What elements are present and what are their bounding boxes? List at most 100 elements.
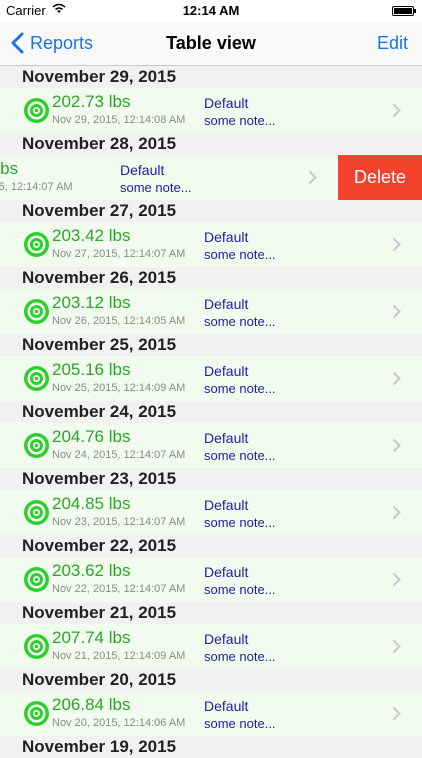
section-date: November 27, 2015 — [22, 201, 177, 220]
section-date: November 24, 2015 — [22, 402, 177, 421]
row-content[interactable]: .87 lbs 8, 2015, 12:14:07 AM Default some n… — [0, 155, 338, 200]
chevron-right-icon — [392, 371, 401, 386]
timestamp: Nov 26, 2015, 12:14:05 AM — [52, 315, 186, 327]
section-date: November 25, 2015 — [22, 335, 177, 354]
table-row[interactable]: 205.16 lbs Nov 25, 2015, 12:14:09 AM Defau… — [0, 356, 422, 401]
weight-value: 207.74 lbs — [52, 628, 131, 647]
table-row[interactable]: 203.42 lbs Nov 27, 2015, 12:14:07 AM Defau… — [0, 222, 422, 267]
table-row[interactable]: 204.76 lbs Nov 24, 2015, 12:14:07 AM Defau… — [0, 423, 422, 468]
tag-label: Default — [204, 564, 249, 580]
tag-label: Default — [204, 698, 249, 714]
target-icon — [24, 500, 49, 525]
status-bar: Carrier 12:14 AM — [0, 0, 422, 22]
section-header: November 28, 2015 — [0, 133, 422, 155]
table-row[interactable]: .87 lbs 8, 2015, 12:14:07 AM Default some n… — [0, 155, 422, 200]
chevron-right-icon — [392, 706, 401, 721]
section-header: November 26, 2015 — [0, 267, 422, 289]
weight-value: 204.76 lbs — [52, 427, 131, 446]
row-content[interactable]: 204.76 lbs Nov 24, 2015, 12:14:07 AM Defau… — [0, 423, 422, 468]
timestamp: Nov 27, 2015, 12:14:07 AM — [52, 248, 186, 260]
tag-label: Default — [204, 631, 249, 647]
target-icon — [24, 232, 49, 257]
note-text: some note... — [204, 649, 276, 664]
row-content[interactable]: 202.73 lbs Nov 29, 2015, 12:14:08 AM Defau… — [0, 88, 422, 133]
table-row[interactable]: 206.84 lbs Nov 20, 2015, 12:14:06 AM Defau… — [0, 691, 422, 736]
target-icon — [24, 567, 49, 592]
chevron-right-icon — [392, 572, 401, 587]
table-row[interactable]: 202.73 lbs Nov 29, 2015, 12:14:08 AM Defau… — [0, 88, 422, 133]
delete-button[interactable]: Delete — [338, 155, 422, 200]
timestamp: Nov 29, 2015, 12:14:08 AM — [52, 114, 186, 126]
timestamp: Nov 21, 2015, 12:14:09 AM — [52, 650, 186, 662]
clock: 12:14 AM — [182, 3, 240, 18]
timestamp: Nov 20, 2015, 12:14:06 AM — [52, 717, 186, 729]
section-date: November 29, 2015 — [22, 67, 177, 86]
tag-label: Default — [204, 363, 249, 379]
chevron-right-icon — [392, 103, 401, 118]
table-row[interactable]: 203.62 lbs Nov 22, 2015, 12:14:07 AM Defau… — [0, 557, 422, 602]
section-header: November 19, 2015 — [0, 736, 422, 758]
section-date: November 26, 2015 — [22, 268, 177, 287]
table-list[interactable]: November 29, 2015 202.73 lbs Nov 29, 2015,… — [0, 66, 422, 758]
note-text: some note... — [204, 716, 276, 731]
weight-value: .87 lbs — [0, 159, 19, 178]
chevron-right-icon — [392, 438, 401, 453]
weight-value: 204.85 lbs — [52, 494, 131, 513]
tag-label: Default — [204, 229, 249, 245]
tag-label: Default — [204, 497, 249, 513]
section-header: November 20, 2015 — [0, 669, 422, 691]
table-row[interactable]: 203.12 lbs Nov 26, 2015, 12:14:05 AM Defau… — [0, 289, 422, 334]
section-date: November 28, 2015 — [22, 134, 177, 153]
timestamp: Nov 23, 2015, 12:14:07 AM — [52, 516, 186, 528]
section-date: November 22, 2015 — [22, 536, 177, 555]
target-icon — [24, 299, 49, 324]
chevron-right-icon — [308, 170, 317, 185]
row-content[interactable]: 206.84 lbs Nov 20, 2015, 12:14:06 AM Defau… — [0, 691, 422, 736]
note-text: some note... — [204, 381, 276, 396]
section-header: November 27, 2015 — [0, 200, 422, 222]
weight-value: 206.84 lbs — [52, 695, 131, 714]
row-content[interactable]: 203.62 lbs Nov 22, 2015, 12:14:07 AM Defau… — [0, 557, 422, 602]
section-header: November 25, 2015 — [0, 334, 422, 356]
timestamp: Nov 22, 2015, 12:14:07 AM — [52, 583, 186, 595]
section-header: November 29, 2015 — [0, 66, 422, 88]
navigation-bar: Reports Table view Edit — [0, 22, 422, 66]
row-content[interactable]: 203.42 lbs Nov 27, 2015, 12:14:07 AM Defau… — [0, 222, 422, 267]
timestamp: 8, 2015, 12:14:07 AM — [0, 181, 73, 193]
row-content[interactable]: 204.85 lbs Nov 23, 2015, 12:14:07 AM Defau… — [0, 490, 422, 535]
target-icon — [24, 701, 49, 726]
target-icon — [24, 433, 49, 458]
target-icon — [24, 98, 49, 123]
tag-label: Default — [120, 162, 165, 178]
table-row[interactable]: 204.85 lbs Nov 23, 2015, 12:14:07 AM Defau… — [0, 490, 422, 535]
section-date: November 23, 2015 — [22, 469, 177, 488]
note-text: some note... — [204, 582, 276, 597]
weight-value: 202.73 lbs — [52, 92, 131, 111]
weight-value: 205.16 lbs — [52, 360, 131, 379]
note-text: some note... — [204, 247, 276, 262]
page-title: Table view — [166, 33, 256, 53]
target-icon — [24, 366, 49, 391]
row-content[interactable]: 205.16 lbs Nov 25, 2015, 12:14:09 AM Defau… — [0, 356, 422, 401]
row-content[interactable]: 203.12 lbs Nov 26, 2015, 12:14:05 AM Defau… — [0, 289, 422, 334]
section-header: November 23, 2015 — [0, 468, 422, 490]
note-text: some note... — [120, 180, 192, 195]
table-row[interactable]: 207.74 lbs Nov 21, 2015, 12:14:09 AM Defau… — [0, 624, 422, 669]
chevron-right-icon — [392, 237, 401, 252]
note-text: some note... — [204, 448, 276, 463]
section-date: November 21, 2015 — [22, 603, 177, 622]
note-text: some note... — [204, 113, 276, 128]
weight-value: 203.42 lbs — [52, 226, 131, 245]
section-header: November 24, 2015 — [0, 401, 422, 423]
weight-value: 203.12 lbs — [52, 293, 131, 312]
edit-button[interactable]: Edit — [377, 33, 408, 54]
section-header: November 21, 2015 — [0, 602, 422, 624]
timestamp: Nov 24, 2015, 12:14:07 AM — [52, 449, 186, 461]
target-icon — [24, 634, 49, 659]
tag-label: Default — [204, 430, 249, 446]
battery-icon — [392, 6, 416, 16]
section-header: November 22, 2015 — [0, 535, 422, 557]
row-content[interactable]: 207.74 lbs Nov 21, 2015, 12:14:09 AM Defau… — [0, 624, 422, 669]
tag-label: Default — [204, 95, 249, 111]
tag-label: Default — [204, 296, 249, 312]
